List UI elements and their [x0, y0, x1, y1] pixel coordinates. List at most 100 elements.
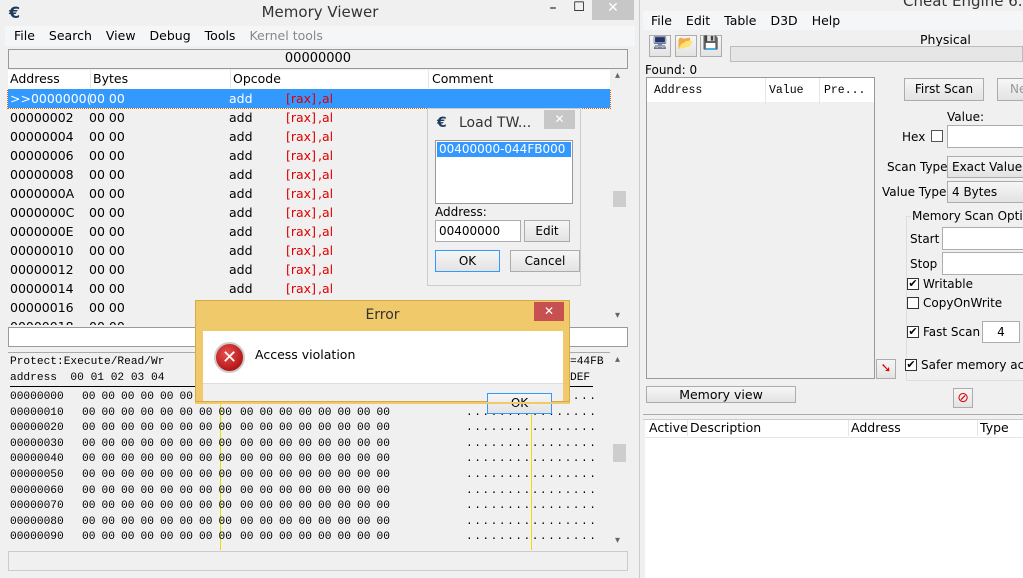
- hex-byte[interactable]: 00: [318, 499, 331, 514]
- col-address[interactable]: Address: [10, 70, 60, 88]
- hex-byte[interactable]: 00: [260, 452, 273, 467]
- hex-byte[interactable]: 00: [299, 530, 312, 545]
- hex-byte[interactable]: 00: [279, 452, 292, 467]
- safer-memory-checkbox[interactable]: ✔: [905, 359, 917, 371]
- hex-byte[interactable]: 00: [357, 515, 370, 530]
- hex-byte[interactable]: 00: [82, 530, 95, 545]
- hex-byte[interactable]: 00: [240, 421, 253, 436]
- hex-byte[interactable]: 00: [318, 437, 331, 452]
- hex-byte[interactable]: 00: [141, 484, 154, 499]
- hex-byte[interactable]: 00: [82, 452, 95, 467]
- writable-checkbox[interactable]: ✔: [907, 278, 919, 290]
- value-type-select[interactable]: 4 Bytes: [947, 181, 1023, 203]
- hex-byte[interactable]: 00: [219, 452, 232, 467]
- menu-view[interactable]: View: [106, 28, 136, 43]
- hex-byte[interactable]: 00: [102, 468, 115, 483]
- hex-byte[interactable]: 00: [377, 452, 390, 467]
- hex-byte[interactable]: 00: [219, 515, 232, 530]
- hex-byte[interactable]: 00: [141, 406, 154, 421]
- hex-byte[interactable]: 00: [318, 468, 331, 483]
- hex-byte[interactable]: 00: [121, 390, 134, 405]
- address-table[interactable]: Active Description Address Type: [645, 420, 1023, 578]
- hex-byte[interactable]: 00: [160, 406, 173, 421]
- hex-byte[interactable]: 00: [121, 406, 134, 421]
- col-opcode[interactable]: Opcode: [230, 70, 281, 88]
- scrollbar-thumb[interactable]: [613, 444, 626, 462]
- hex-byte[interactable]: 00: [279, 437, 292, 452]
- hex-byte[interactable]: 00: [121, 468, 134, 483]
- hex-byte[interactable]: 00: [121, 530, 134, 545]
- hex-byte[interactable]: 00: [240, 530, 253, 545]
- hex-byte[interactable]: 00: [279, 406, 292, 421]
- hex-byte[interactable]: 00: [180, 515, 193, 530]
- hex-byte[interactable]: 00: [299, 515, 312, 530]
- hex-byte[interactable]: 00: [82, 406, 95, 421]
- hex-byte[interactable]: 00: [260, 437, 273, 452]
- hex-byte[interactable]: 00: [199, 421, 212, 436]
- hex-byte[interactable]: 00: [279, 530, 292, 545]
- hex-byte[interactable]: 00: [102, 406, 115, 421]
- hex-byte[interactable]: 00: [141, 468, 154, 483]
- hex-byte[interactable]: 00: [279, 421, 292, 436]
- hex-byte[interactable]: 00: [318, 484, 331, 499]
- hex-byte[interactable]: 00: [357, 499, 370, 514]
- open-folder-icon[interactable]: 📂: [675, 35, 697, 57]
- hex-byte[interactable]: 00: [377, 515, 390, 530]
- hex-byte[interactable]: 00: [180, 421, 193, 436]
- hex-byte[interactable]: 00: [180, 484, 193, 499]
- hex-byte[interactable]: 00: [260, 421, 273, 436]
- stop-input[interactable]: [942, 252, 1023, 275]
- hex-byte[interactable]: 00: [180, 406, 193, 421]
- hex-byte[interactable]: 00: [180, 530, 193, 545]
- add-address-arrow-icon[interactable]: ➘: [876, 359, 896, 379]
- hex-byte[interactable]: 00: [377, 421, 390, 436]
- col-type[interactable]: Type: [977, 420, 1009, 436]
- hex-byte[interactable]: 00: [82, 437, 95, 452]
- hex-byte[interactable]: 00: [318, 530, 331, 545]
- edit-button[interactable]: Edit: [524, 220, 570, 242]
- hex-byte[interactable]: 00: [141, 515, 154, 530]
- hex-byte[interactable]: 00: [199, 452, 212, 467]
- menu-search[interactable]: Search: [49, 28, 92, 43]
- hex-byte[interactable]: 00: [299, 484, 312, 499]
- col-bytes[interactable]: Bytes: [90, 70, 128, 88]
- hex-byte[interactable]: 00: [102, 390, 115, 405]
- menu-file[interactable]: File: [651, 13, 672, 28]
- scrollbar-thumb[interactable]: [613, 191, 626, 207]
- hex-byte[interactable]: 00: [279, 515, 292, 530]
- hex-byte[interactable]: 00: [240, 437, 253, 452]
- hex-byte[interactable]: 00: [357, 437, 370, 452]
- select-process-icon[interactable]: 🖥: [649, 35, 671, 57]
- hex-scrollbar[interactable]: ▴ ▾: [611, 352, 628, 550]
- hex-byte[interactable]: 00: [180, 437, 193, 452]
- hex-byte[interactable]: 00: [260, 406, 273, 421]
- hex-byte[interactable]: 00: [299, 499, 312, 514]
- hex-byte[interactable]: 00: [338, 452, 351, 467]
- address-input[interactable]: 00400000: [435, 220, 521, 242]
- hex-byte[interactable]: 00: [299, 406, 312, 421]
- hex-byte[interactable]: 00: [240, 452, 253, 467]
- hex-byte[interactable]: 00: [338, 530, 351, 545]
- hex-byte[interactable]: 00: [199, 499, 212, 514]
- hex-byte[interactable]: 00: [338, 437, 351, 452]
- hex-byte[interactable]: 00: [357, 530, 370, 545]
- hex-byte[interactable]: 00: [199, 515, 212, 530]
- menu-edit[interactable]: Edit: [686, 13, 710, 28]
- hex-byte[interactable]: 00: [102, 530, 115, 545]
- hex-byte[interactable]: 00: [180, 390, 193, 405]
- hex-byte[interactable]: 00: [102, 515, 115, 530]
- hex-byte[interactable]: 00: [180, 468, 193, 483]
- hex-byte[interactable]: 00: [219, 499, 232, 514]
- hex-byte[interactable]: 00: [121, 484, 134, 499]
- hex-byte[interactable]: 00: [199, 468, 212, 483]
- hex-byte[interactable]: 00: [240, 515, 253, 530]
- hex-byte[interactable]: 00: [82, 515, 95, 530]
- hex-byte[interactable]: 00: [240, 406, 253, 421]
- hex-byte[interactable]: 00: [299, 452, 312, 467]
- col-value[interactable]: Value: [765, 78, 804, 104]
- hex-byte[interactable]: 00: [377, 499, 390, 514]
- hex-byte[interactable]: 00: [141, 530, 154, 545]
- hex-byte[interactable]: 00: [299, 437, 312, 452]
- hex-byte[interactable]: 00: [299, 421, 312, 436]
- hex-byte[interactable]: 00: [219, 530, 232, 545]
